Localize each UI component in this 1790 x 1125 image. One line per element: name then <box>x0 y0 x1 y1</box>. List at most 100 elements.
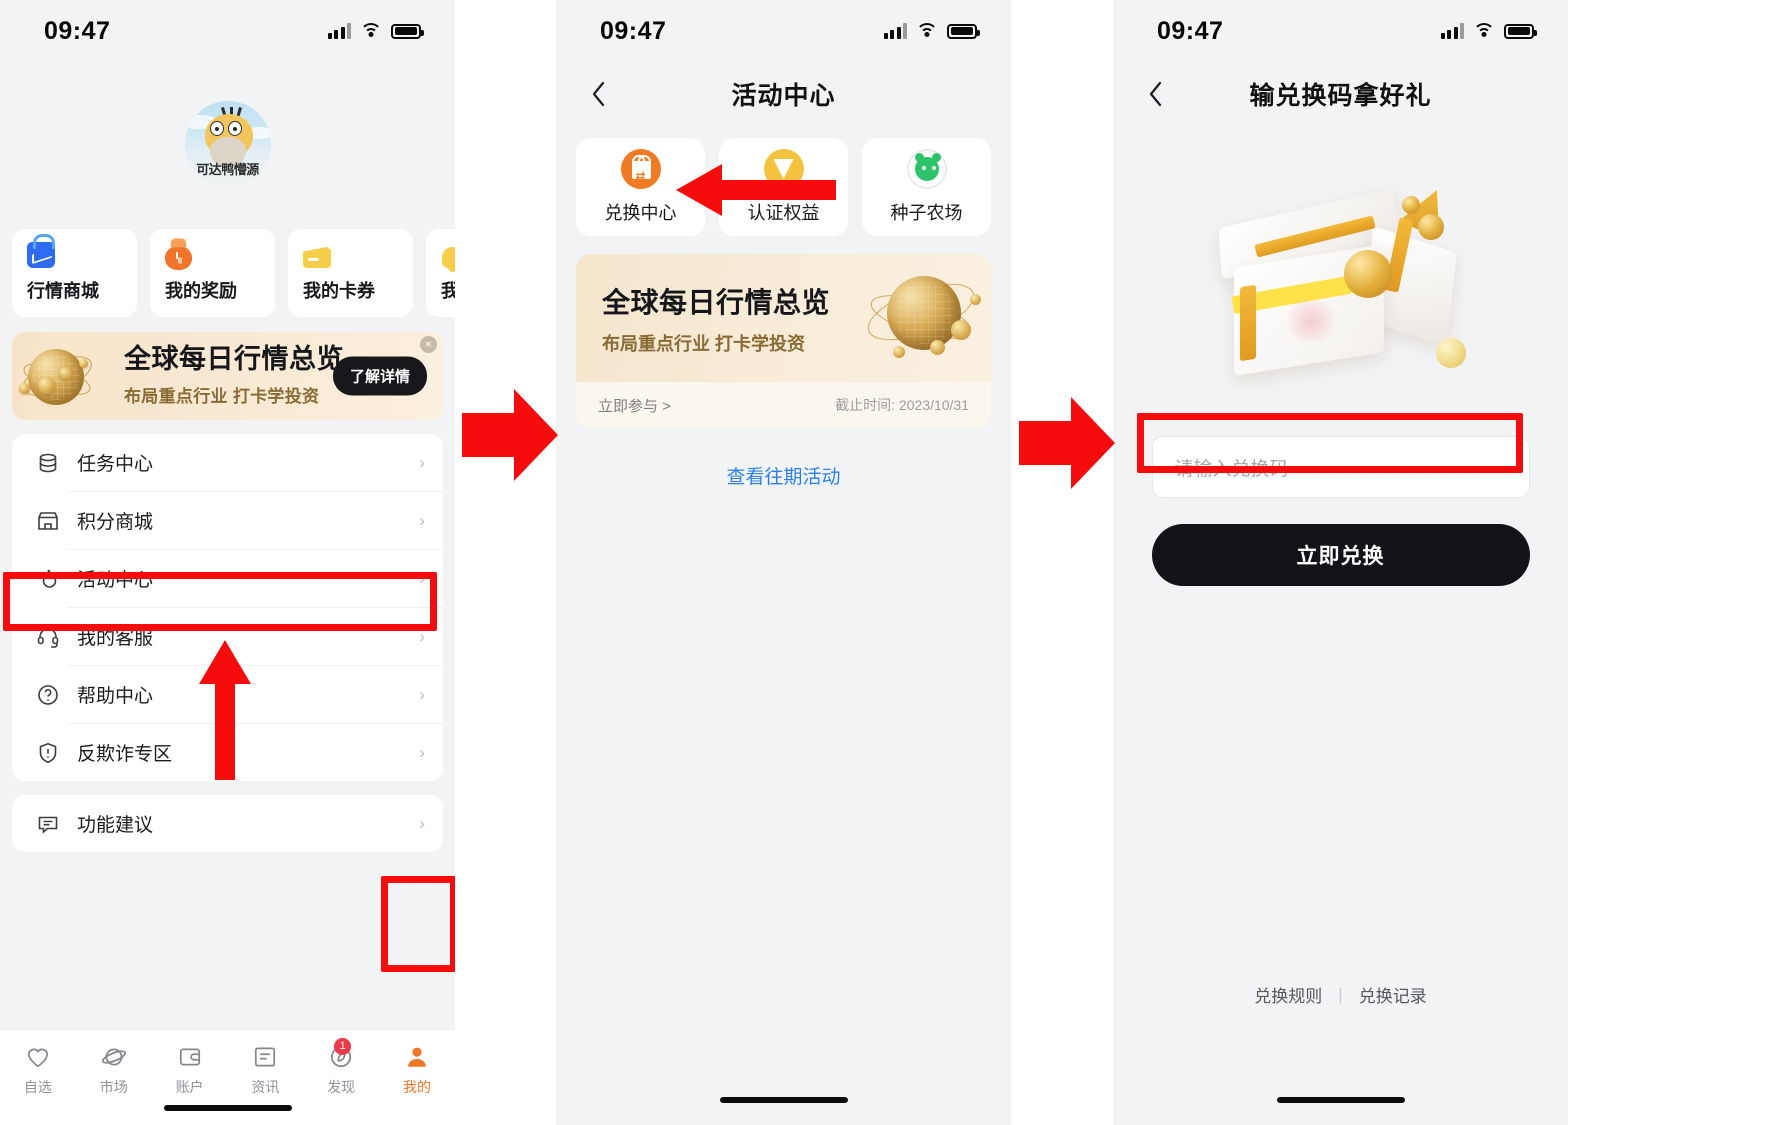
quick-card-my-coupons[interactable]: 我的卡券 <box>288 229 413 317</box>
close-icon[interactable]: × <box>420 336 437 353</box>
cellular-signal-icon <box>883 23 907 39</box>
quick-card-label: 我的提 <box>441 281 455 301</box>
home-indicator <box>719 1097 848 1103</box>
wifi-icon <box>360 23 382 39</box>
gift-ball-decoration <box>1417 214 1444 240</box>
banner-title: 全球每日行情总览 <box>602 286 831 318</box>
redeem-code-input[interactable]: 请输入兑换码 <box>1151 436 1530 498</box>
past-activities-link[interactable]: 查看往期活动 <box>556 462 1011 489</box>
status-indicators <box>1440 23 1537 39</box>
avatar-label: 可达鸭懵源 <box>196 162 259 177</box>
menu-item-anti-fraud[interactable]: 反欺诈专区 › <box>12 724 443 781</box>
page-title: 活动中心 <box>731 82 836 110</box>
tab-label: 账户 <box>175 1079 204 1095</box>
tab-discover[interactable]: 1 发现 <box>303 1038 379 1097</box>
tab-label: 发现 <box>327 1079 356 1095</box>
shield-alert-icon <box>34 739 62 767</box>
shop-icon <box>27 234 57 270</box>
quick-card-label: 行情商城 <box>27 281 99 301</box>
tab-label: 自选 <box>23 1079 52 1095</box>
tab-market[interactable]: 市场 <box>76 1043 152 1097</box>
gift-exchange-icon: ⇄ <box>620 149 661 189</box>
status-time: 09:47 <box>44 16 111 45</box>
activity-entry-cards: ⇄ 兑换中心 认证权益 种子农场 <box>556 126 1011 236</box>
card-seed-farm[interactable]: 种子农场 <box>862 138 991 236</box>
redeem-submit-button[interactable]: 立即兑换 <box>1151 524 1530 586</box>
card-label: 认证权益 <box>747 203 820 223</box>
wifi-icon <box>1473 23 1495 39</box>
phone-screen-activity-center: 09:47 活动中心 ⇄ 兑换中心 认证权益 种子农场 全球每日行情总览 布局重… <box>556 0 1011 1125</box>
coin-badge-icon <box>763 149 804 189</box>
status-bar-1: 09:47 <box>0 0 455 62</box>
annotation-step-arrow-2 <box>1019 397 1115 489</box>
quick-card-market-mall[interactable]: 行情商城 <box>12 229 137 317</box>
chevron-right-icon: › <box>419 510 425 530</box>
banner-subtitle: 布局重点行业 打卡学投资 <box>602 333 805 354</box>
gift-ball-decoration <box>1435 338 1466 368</box>
status-time: 09:47 <box>600 16 667 45</box>
page-title: 输兑换码拿好礼 <box>1249 82 1432 110</box>
menu-item-label: 帮助中心 <box>77 686 154 707</box>
tab-account[interactable]: 账户 <box>152 1043 228 1097</box>
gift-ball-decoration <box>1401 196 1420 214</box>
heart-icon <box>24 1043 52 1071</box>
avatar[interactable]: 可达鸭懵源 <box>184 101 271 187</box>
menu-item-help-center[interactable]: 帮助中心 › <box>12 666 443 723</box>
bottom-tab-bar: 自选 市场 账户 资讯 1 发现 我的 <box>0 1030 455 1125</box>
activity-banner-visual: 全球每日行情总览 布局重点行业 打卡学投资 <box>576 254 991 382</box>
card-certification-benefits[interactable]: 认证权益 <box>719 138 848 236</box>
quick-card-my-rewards[interactable]: 我的奖励 <box>150 229 275 317</box>
card-coupon-icon <box>303 242 333 270</box>
menu-item-task-center[interactable]: 任务中心 › <box>12 434 443 491</box>
battery-icon <box>947 23 980 39</box>
status-bar-2: 09:47 <box>556 0 1011 62</box>
fire-icon <box>34 565 62 593</box>
menu-item-my-support[interactable]: 我的客服 › <box>12 608 443 665</box>
annotation-step-arrow-1 <box>462 389 558 481</box>
deadline-text: 截止时间: 2023/10/31 <box>835 397 969 413</box>
activity-banner[interactable]: 全球每日行情总览 布局重点行业 打卡学投资 立即参与 > 截止时间: 2023/… <box>576 254 991 428</box>
tab-news[interactable]: 资讯 <box>227 1043 303 1097</box>
menu-item-label: 积分商城 <box>77 512 154 533</box>
tab-badge: 1 <box>334 1038 352 1055</box>
tab-label: 我的 <box>403 1079 432 1095</box>
nav-bar-2: 活动中心 <box>556 62 1011 126</box>
question-circle-icon <box>34 681 62 709</box>
store-icon <box>34 507 62 535</box>
footer-links: 兑换规则 | 兑换记录 <box>1113 982 1568 1007</box>
redeem-code-placeholder: 请输入兑换码 <box>1174 458 1289 480</box>
status-indicators <box>327 23 424 39</box>
status-indicators <box>883 23 980 39</box>
feedback-icon <box>34 810 62 838</box>
seed-farm-icon <box>906 149 947 189</box>
chevron-right-icon: › <box>419 452 425 472</box>
tab-mine[interactable]: 我的 <box>379 1043 455 1097</box>
quick-card-my-alerts[interactable]: 我的提 <box>426 229 455 317</box>
cellular-signal-icon <box>1440 23 1464 39</box>
join-now-link[interactable]: 立即参与 > <box>598 395 671 416</box>
card-label: 种子农场 <box>890 203 963 223</box>
tab-watchlist[interactable]: 自选 <box>0 1043 76 1097</box>
menu-item-feature-suggestion[interactable]: 功能建议 › <box>12 795 443 852</box>
quick-action-row: 行情商城 我的奖励 我的卡券 我的提 <box>0 187 455 317</box>
screenshot-stage: 09:47 可达鸭懵源 行情商城 我的奖励 我的卡券 我 全球每日行情总览 布局… <box>0 0 1790 1125</box>
promo-title: 全球每日行情总览 <box>124 344 344 375</box>
chevron-right-icon: › <box>419 626 425 646</box>
gift-illustration <box>1113 126 1568 436</box>
battery-icon <box>391 23 424 39</box>
gift-ribbon <box>1239 284 1256 362</box>
promo-cta-button[interactable]: 了解详情 <box>332 356 427 396</box>
quick-card-label: 我的奖励 <box>165 281 237 301</box>
card-exchange-center[interactable]: ⇄ 兑换中心 <box>576 138 705 236</box>
promo-banner[interactable]: 全球每日行情总览 布局重点行业 打卡学投资 了解详情 × <box>12 332 443 420</box>
tab-label: 资讯 <box>251 1079 280 1095</box>
status-bar-3: 09:47 <box>1113 0 1568 62</box>
tab-label: 市场 <box>99 1079 128 1095</box>
battery-icon <box>1504 23 1537 39</box>
menu-item-points-mall[interactable]: 积分商城 › <box>12 492 443 549</box>
chevron-right-icon: › <box>419 742 425 762</box>
redeem-history-link[interactable]: 兑换记录 <box>1359 982 1427 1007</box>
menu-item-activity-center[interactable]: 活动中心 › <box>12 550 443 607</box>
promo-subtitle: 布局重点行业 打卡学投资 <box>124 386 320 406</box>
redeem-rules-link[interactable]: 兑换规则 <box>1254 982 1322 1007</box>
